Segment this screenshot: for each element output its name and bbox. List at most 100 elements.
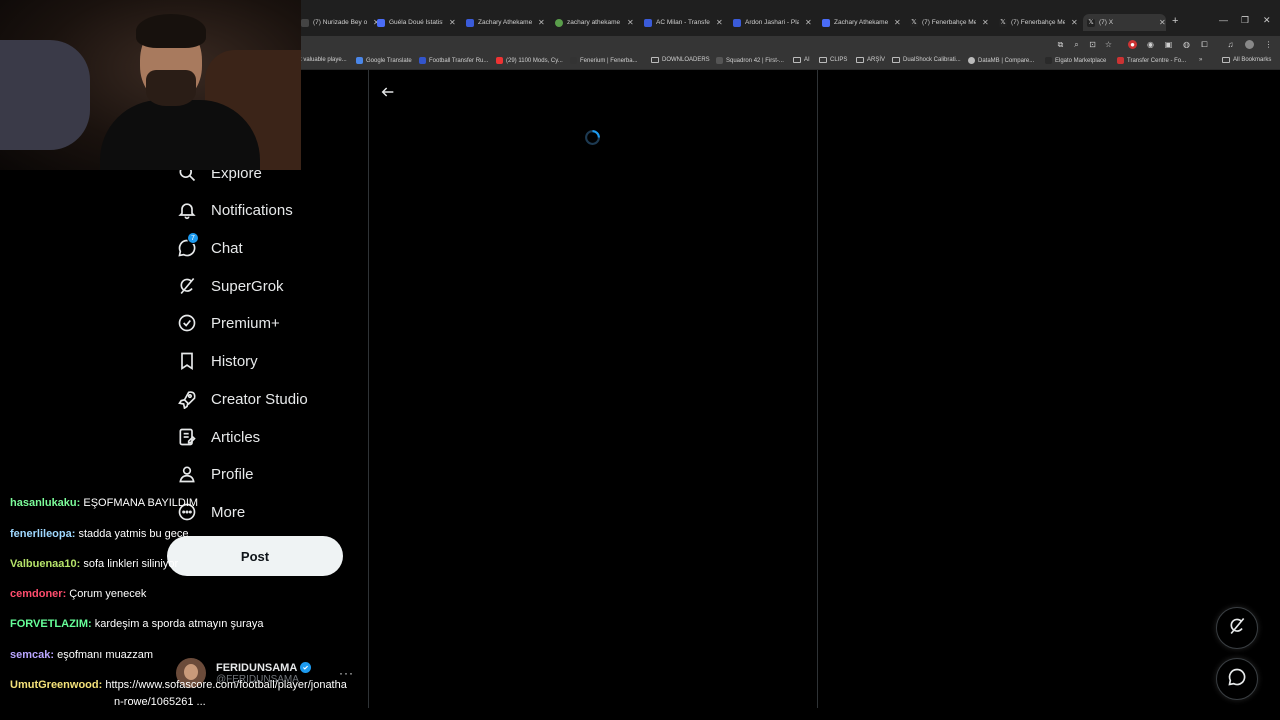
chat-unread-badge: 7: [187, 232, 199, 244]
chat-username: UmutGreenwood:: [10, 679, 103, 691]
bookmark-item[interactable]: Fenerium | Fenerba...: [570, 57, 638, 64]
bookmark-item[interactable]: Transfer Centre - Fo...: [1117, 57, 1186, 64]
webcam-overlay: [0, 0, 301, 170]
chat-username: fenerlileopa:: [10, 528, 76, 540]
bookmark-label: (29) 1100 Mods, Cy...: [506, 57, 563, 64]
nav-label: Notifications: [211, 201, 293, 219]
nav-item-history[interactable]: History: [176, 348, 258, 374]
media-icon[interactable]: ♫: [1226, 40, 1235, 49]
tab-label: (7) X: [1099, 19, 1114, 26]
nav-label: More: [211, 503, 246, 521]
window-close-icon[interactable]: ✕: [1263, 15, 1271, 26]
tab-close-icon[interactable]: ✕: [716, 18, 723, 27]
restore-icon[interactable]: ❐: [1241, 15, 1249, 26]
nav-item-profile[interactable]: Profile: [176, 461, 254, 487]
bookmark-item[interactable]: Google Translate: [356, 57, 412, 64]
tab-close-icon[interactable]: ✕: [627, 18, 634, 27]
bookmark-item[interactable]: Elgato Marketplace: [1045, 57, 1106, 64]
account-more-icon[interactable]: ···: [339, 666, 354, 680]
tab-fenerbahce-1[interactable]: 𝕏 (7) Fenerbahçe Me ✕: [906, 14, 989, 31]
chat-text: eşofmanı muazzam: [54, 649, 154, 661]
chat-message: Valbuenaa10: sofa linkleri siliniyor: [10, 558, 178, 570]
google-icon: [555, 18, 563, 27]
bookmark-item[interactable]: Football Transfer Ru...: [419, 57, 488, 64]
bookmark-label: DOWNLOADERS: [662, 57, 710, 63]
extension-icon-3[interactable]: ▣: [1164, 40, 1173, 49]
x-logo-icon: 𝕏: [910, 18, 918, 27]
nav-item-supergrok[interactable]: SuperGrok: [176, 273, 284, 299]
bookmark-favicon-icon: [419, 57, 426, 64]
nav-item-creator-studio[interactable]: Creator Studio: [176, 386, 308, 412]
bookmark-item[interactable]: DataMB | Compare...: [968, 57, 1034, 64]
chat-text: kardeşim a sporda atmayın şuraya: [91, 618, 264, 630]
bookmark-folder[interactable]: CLIPS: [819, 57, 847, 63]
profile-avatar-icon[interactable]: [1245, 40, 1254, 49]
tab-nurizade[interactable]: (7) Nurizade Bey on ✕: [297, 14, 380, 31]
zoom-icon[interactable]: ⌕: [1072, 40, 1081, 49]
bookmark-folder[interactable]: DualShock Calibrati...: [892, 57, 961, 63]
tab-zachary-athekame-2[interactable]: Zachary Athekame ✕: [818, 14, 901, 31]
extensions-puzzle-icon[interactable]: ⧠: [1200, 40, 1209, 49]
tab-label: Guéla Doué İstatistik: [389, 19, 443, 26]
bookmark-folder[interactable]: AI: [793, 57, 810, 63]
post-button[interactable]: Post: [167, 536, 343, 576]
messages-fab-button[interactable]: [1216, 658, 1258, 700]
tab-x-active[interactable]: 𝕏 (7) X ✕: [1083, 14, 1166, 31]
chat-text: sofa linkleri siliniyor: [80, 558, 179, 570]
account-name: FERIDUNSAMA: [216, 661, 298, 674]
tab-zachary-athekame[interactable]: Zachary Athekame ✕: [462, 14, 545, 31]
install-app-icon[interactable]: ⊡: [1088, 40, 1097, 49]
tab-close-icon[interactable]: ✕: [1159, 18, 1166, 27]
chat-text-continuation: n-rowe/1065261 ...: [114, 696, 206, 708]
tab-close-icon[interactable]: ✕: [982, 18, 989, 27]
minimize-icon[interactable]: —: [1219, 15, 1228, 25]
all-bookmarks-folder[interactable]: All Bookmarks: [1222, 57, 1271, 63]
verified-badge-icon: [176, 312, 198, 334]
tab-guela-doue[interactable]: Guéla Doué İstatistik ✕: [373, 14, 456, 31]
bookmark-star-icon[interactable]: ☆: [1104, 40, 1113, 49]
tab-google-search[interactable]: zachary athekame ✕: [551, 14, 634, 31]
nav-label: Creator Studio: [211, 390, 308, 408]
tab-label: (7) Fenerbahçe Me: [1011, 19, 1065, 26]
tab-close-icon[interactable]: ✕: [1071, 18, 1078, 27]
tab-close-icon[interactable]: ✕: [538, 18, 545, 27]
tab-favicon-icon: [733, 18, 741, 27]
back-arrow-icon[interactable]: [380, 84, 396, 100]
bookmark-folder[interactable]: ARŞİV: [856, 57, 885, 63]
tab-fenerbahce-2[interactable]: 𝕏 (7) Fenerbahçe Me ✕: [995, 14, 1078, 31]
extension-icon[interactable]: ●: [1128, 40, 1137, 49]
bookmark-folder[interactable]: DOWNLOADERS: [651, 57, 710, 63]
extension-icon-4[interactable]: ◍: [1182, 40, 1191, 49]
tab-label: zachary athekame: [567, 19, 621, 26]
tab-favicon-icon: [301, 18, 309, 27]
chat-message: hasanlukaku: EŞOFMANA BAYILDIM: [10, 497, 198, 509]
chat-message: fenerlileopa: stadda yatmis bu gece: [10, 528, 189, 540]
chat-message: UmutGreenwood: https://www.sofascore.com…: [10, 679, 347, 691]
chat-text: stadda yatmis bu gece: [75, 528, 189, 540]
bookmark-label: AI: [804, 57, 810, 63]
grok-icon: [176, 275, 198, 297]
new-tab-button[interactable]: +: [1172, 15, 1178, 27]
nav-item-chat[interactable]: 7 Chat: [176, 232, 243, 261]
bookmark-item[interactable]: (29) 1100 Mods, Cy...: [496, 57, 563, 64]
tab-close-icon[interactable]: ✕: [805, 18, 812, 27]
browser-menu-icon[interactable]: ⋮: [1264, 40, 1273, 49]
chat-message: cemdoner: Çorum yenecek: [10, 588, 146, 600]
nav-item-articles[interactable]: Articles: [176, 424, 260, 450]
extension-icon-2[interactable]: ◉: [1146, 40, 1155, 49]
tab-close-icon[interactable]: ✕: [894, 18, 901, 27]
tab-close-icon[interactable]: ✕: [449, 18, 456, 27]
bookmark-item[interactable]: Squadron 42 | First-...: [716, 57, 784, 64]
tab-favicon-icon: [644, 18, 652, 27]
nav-item-premium[interactable]: Premium+: [176, 310, 280, 336]
more-bookmarks-button[interactable]: »: [1199, 57, 1202, 63]
article-icon: [176, 426, 198, 448]
bell-icon: [176, 199, 198, 221]
grok-fab-button[interactable]: [1216, 607, 1258, 649]
person-icon: [176, 463, 198, 485]
bookmark-item[interactable]: t valuable playe...: [300, 57, 347, 63]
nav-item-notifications[interactable]: Notifications: [176, 197, 293, 223]
translate-icon[interactable]: ⧉: [1056, 40, 1065, 49]
tab-ardon-jashari[interactable]: Ardon Jashari - Play ✕: [729, 14, 812, 31]
tab-ac-milan[interactable]: AC Milan - Transfer ✕: [640, 14, 723, 31]
